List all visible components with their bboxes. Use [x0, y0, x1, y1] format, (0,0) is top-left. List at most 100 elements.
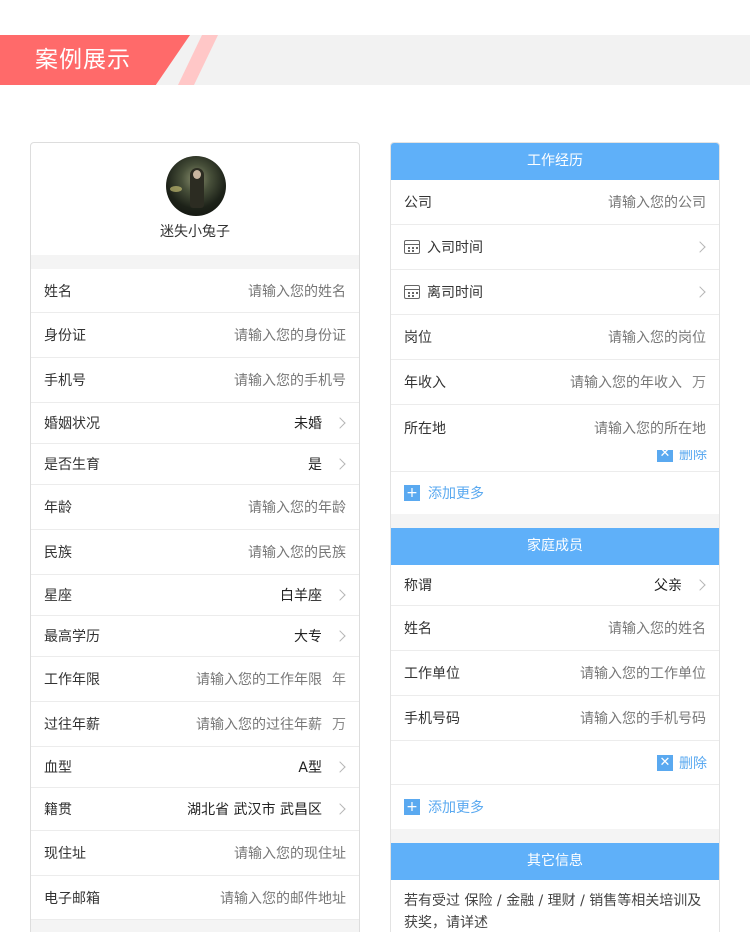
divider: [391, 829, 719, 843]
field-phone[interactable]: 手机号 请输入您的手机号: [31, 358, 359, 403]
plus-icon: +: [404, 799, 420, 815]
field-annual-income[interactable]: 年收入 请输入您的年收入 万: [391, 360, 719, 405]
field-label: 是否生育: [44, 457, 100, 473]
field-label: 姓名: [44, 283, 72, 300]
unit-label: 万: [332, 717, 346, 733]
field-label: 工作单位: [404, 666, 460, 682]
field-family-phone[interactable]: 手机号码 请输入您的手机号码: [391, 696, 719, 741]
field-label: 星座: [44, 588, 72, 604]
field-label: 岗位: [404, 330, 432, 346]
family-name-input[interactable]: 请输入您的姓名: [608, 618, 706, 638]
field-end-date[interactable]: 离司时间: [391, 270, 719, 315]
chevron-right-icon: [334, 417, 346, 429]
field-has-children[interactable]: 是否生育 是: [31, 444, 359, 485]
field-family-name[interactable]: 姓名 请输入您的姓名: [391, 606, 719, 651]
work-section-title: 工作经历: [391, 143, 719, 180]
field-start-date[interactable]: 入司时间: [391, 225, 719, 270]
field-location[interactable]: 所在地 请输入您的所在地: [391, 405, 719, 450]
chevron-right-icon: [334, 761, 346, 773]
chevron-right-icon: [334, 630, 346, 642]
field-hometown[interactable]: 籍贯 湖北省 武汉市 武昌区: [31, 788, 359, 831]
work-years-input[interactable]: 请输入您的工作年限: [196, 669, 322, 689]
other-info-textarea[interactable]: 若有受过 保险 / 金融 / 理财 / 销售等相关培训及获奖，请详述: [391, 880, 719, 932]
phone-input[interactable]: 请输入您的手机号: [234, 370, 346, 390]
field-past-salary[interactable]: 过往年薪 请输入您的过往年薪 万: [31, 702, 359, 747]
employer-input[interactable]: 请输入您的工作单位: [580, 663, 706, 683]
field-relation[interactable]: 称谓 父亲: [391, 565, 719, 606]
chevron-right-icon: [334, 458, 346, 470]
past-salary-input[interactable]: 请输入您的过往年薪: [196, 714, 322, 734]
hometown-select[interactable]: 湖北省 武汉市 武昌区: [187, 799, 322, 819]
field-label: 入司时间: [404, 237, 483, 257]
ethnicity-input[interactable]: 请输入您的民族: [248, 542, 346, 562]
field-label: 公司: [404, 195, 432, 211]
chevron-right-icon: [694, 579, 706, 591]
annual-income-input[interactable]: 请输入您的年收入: [570, 372, 682, 392]
age-input[interactable]: 请输入您的年龄: [248, 497, 346, 517]
other-section-title: 其它信息: [391, 843, 719, 880]
location-input[interactable]: 请输入您的所在地: [594, 418, 706, 438]
unit-label: 万: [692, 375, 706, 391]
field-label: 民族: [44, 545, 72, 561]
detail-info-card: 工作经历 公司 请输入您的公司 入司时间 离司时间 岗位 请输入您的岗位 年收入…: [390, 142, 720, 932]
plus-icon: +: [404, 485, 420, 501]
chevron-right-icon: [334, 803, 346, 815]
field-label: 所在地: [404, 420, 446, 437]
field-label: 手机号: [44, 373, 86, 389]
relation-select[interactable]: 父亲: [654, 575, 682, 595]
field-marital-status[interactable]: 婚姻状况 未婚: [31, 403, 359, 444]
add-more-button[interactable]: + 添加更多: [391, 472, 719, 514]
field-label: 籍贯: [44, 802, 72, 818]
add-more-button[interactable]: + 添加更多: [391, 785, 719, 829]
field-label: 工作年限: [44, 672, 100, 688]
delete-button[interactable]: ✕ 删除: [391, 450, 719, 466]
field-zodiac[interactable]: 星座 白羊座: [31, 575, 359, 616]
field-id-card[interactable]: 身份证 请输入您的身份证: [31, 313, 359, 358]
field-label: 电子邮箱: [44, 890, 100, 907]
field-employer[interactable]: 工作单位 请输入您的工作单位: [391, 651, 719, 696]
field-label: 现住址: [44, 846, 86, 862]
field-work-years[interactable]: 工作年限 请输入您的工作年限 年: [31, 657, 359, 702]
field-label: 血型: [44, 760, 72, 776]
chevron-right-icon: [694, 286, 706, 298]
family-phone-input[interactable]: 请输入您的手机号码: [580, 708, 706, 728]
name-input[interactable]: 请输入您的姓名: [248, 281, 346, 301]
position-input[interactable]: 请输入您的岗位: [608, 327, 706, 347]
email-input[interactable]: 请输入您的邮件地址: [220, 888, 346, 908]
nickname: 迷失小兔子: [160, 224, 230, 240]
field-label: 最高学历: [44, 629, 100, 645]
field-address[interactable]: 现住址 请输入您的现住址: [31, 831, 359, 876]
address-input[interactable]: 请输入您的现住址: [234, 843, 346, 863]
field-position[interactable]: 岗位 请输入您的岗位: [391, 315, 719, 360]
marital-status-select[interactable]: 未婚: [294, 413, 322, 433]
close-icon: ✕: [657, 450, 673, 462]
avatar[interactable]: [166, 156, 226, 216]
section-banner: 案例展示: [0, 35, 750, 85]
field-label: 年龄: [44, 500, 72, 516]
profile-header: 迷失小兔子: [31, 143, 359, 255]
field-label: 年收入: [404, 375, 446, 391]
field-blood-type[interactable]: 血型 A型: [31, 747, 359, 788]
divider: [31, 255, 359, 269]
field-email[interactable]: 电子邮箱 请输入您的邮件地址: [31, 876, 359, 920]
calendar-icon: [404, 240, 420, 254]
has-children-select[interactable]: 是: [308, 454, 322, 474]
delete-button[interactable]: ✕ 删除: [391, 741, 719, 785]
company-input[interactable]: 请输入您的公司: [608, 192, 706, 212]
field-label: 身份证: [44, 328, 86, 344]
blood-type-select[interactable]: A型: [298, 757, 322, 777]
family-section-title: 家庭成员: [391, 528, 719, 565]
field-company[interactable]: 公司 请输入您的公司: [391, 180, 719, 225]
calendar-icon: [404, 285, 420, 299]
divider: [31, 920, 359, 932]
id-card-input[interactable]: 请输入您的身份证: [234, 325, 346, 345]
field-label: 过往年薪: [44, 717, 100, 733]
field-ethnicity[interactable]: 民族 请输入您的民族: [31, 530, 359, 575]
education-select[interactable]: 大专: [294, 626, 322, 646]
field-name[interactable]: 姓名 请输入您的姓名: [31, 269, 359, 313]
zodiac-select[interactable]: 白羊座: [280, 585, 322, 605]
field-age[interactable]: 年龄 请输入您的年龄: [31, 485, 359, 530]
personal-info-card: 迷失小兔子 姓名 请输入您的姓名 身份证 请输入您的身份证 手机号 请输入您的手…: [30, 142, 360, 932]
field-education[interactable]: 最高学历 大专: [31, 616, 359, 657]
divider: [391, 514, 719, 528]
